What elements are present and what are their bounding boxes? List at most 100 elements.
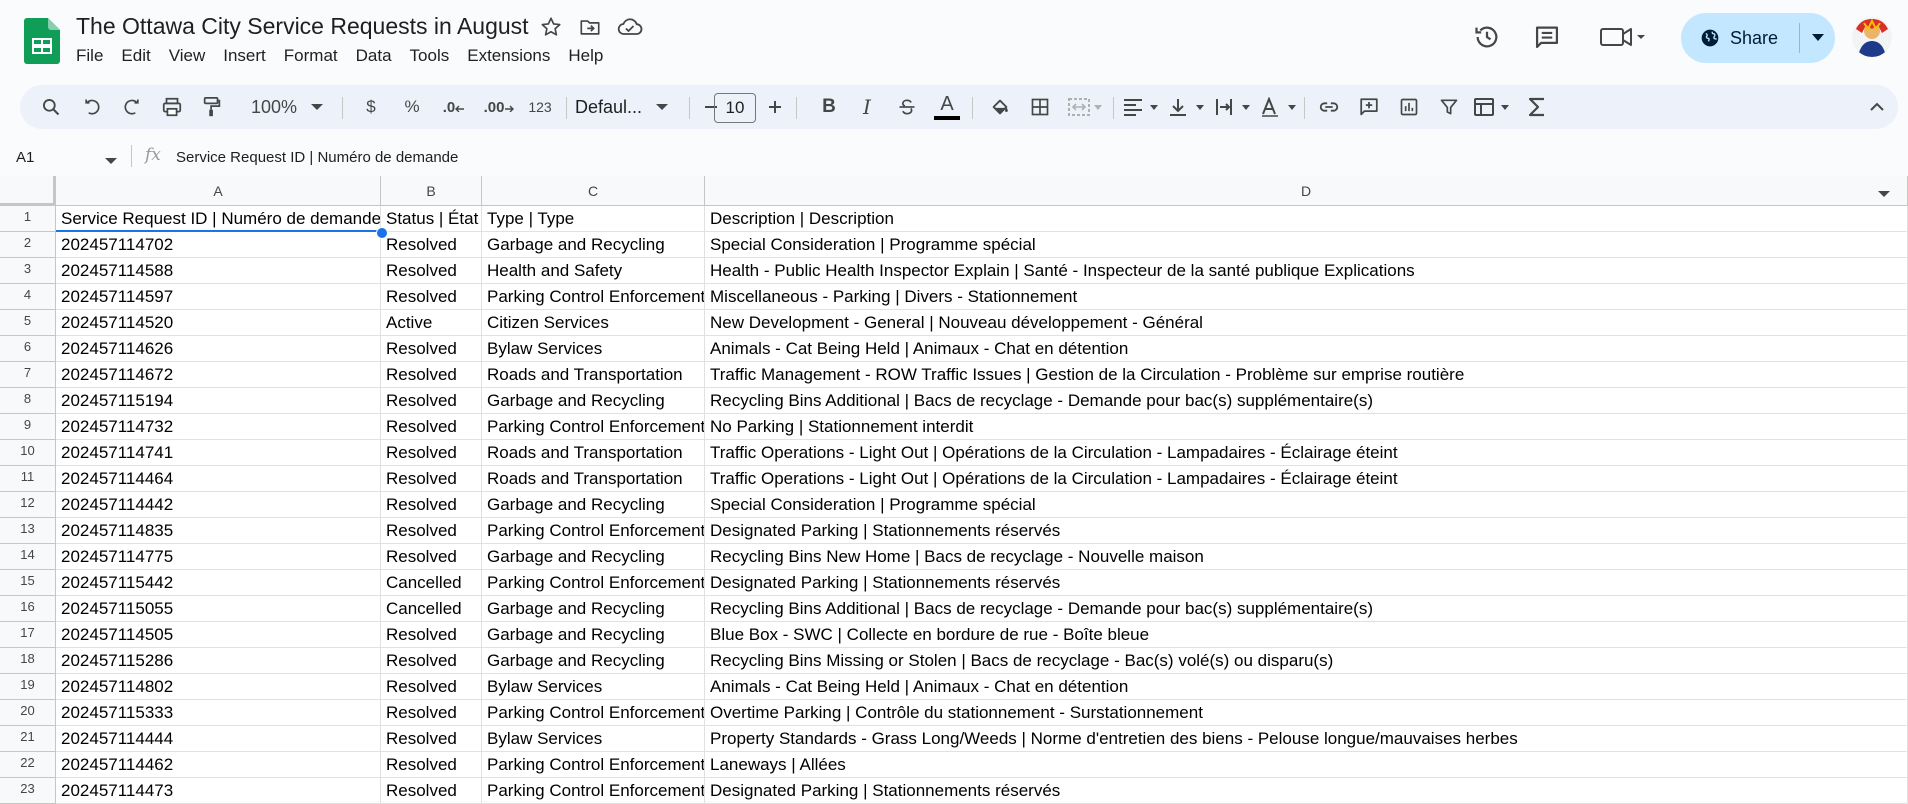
cell-b[interactable]: Cancelled xyxy=(381,570,482,596)
strikethrough-icon[interactable] xyxy=(890,85,924,129)
cell-b[interactable]: Resolved xyxy=(381,622,482,648)
share-main[interactable]: Share xyxy=(1681,13,1797,63)
row-header[interactable]: 6 xyxy=(0,336,56,362)
cell-b[interactable]: Resolved xyxy=(381,388,482,414)
row-header[interactable]: 20 xyxy=(0,700,56,726)
text-color-button[interactable]: A xyxy=(930,85,964,129)
row-header[interactable]: 11 xyxy=(0,466,56,492)
row-header[interactable]: 9 xyxy=(0,414,56,440)
cell-b[interactable]: Active xyxy=(381,310,482,336)
filter-icon[interactable] xyxy=(1432,85,1466,129)
cell-c[interactable]: Garbage and Recycling xyxy=(482,648,705,674)
cell-d[interactable]: Property Standards - Grass Long/Weeds | … xyxy=(705,726,1908,752)
row-header[interactable]: 1 xyxy=(0,206,56,232)
cell-b[interactable]: Cancelled xyxy=(381,596,482,622)
cell-a[interactable]: 202457114588 xyxy=(56,258,381,284)
insert-comment-icon[interactable] xyxy=(1352,85,1386,129)
cell-d[interactable]: Recycling Bins Additional | Bacs de recy… xyxy=(705,388,1908,414)
cell-c[interactable]: Garbage and Recycling xyxy=(482,622,705,648)
row-header[interactable]: 2 xyxy=(0,232,56,258)
row-header[interactable]: 10 xyxy=(0,440,56,466)
cell-b[interactable]: Resolved xyxy=(381,414,482,440)
font-family-select[interactable]: Defaul... xyxy=(575,85,685,129)
cell-d[interactable]: Special Consideration | Programme spécia… xyxy=(705,232,1908,258)
cell-d[interactable]: Health - Public Health Inspector Explain… xyxy=(705,258,1908,284)
italic-button[interactable]: I xyxy=(850,85,884,129)
cell-a[interactable]: 202457115286 xyxy=(56,648,381,674)
cell-c[interactable]: Health and Safety xyxy=(482,258,705,284)
cell-d[interactable]: Designated Parking | Stationnements rése… xyxy=(705,778,1908,804)
row-header[interactable]: 23 xyxy=(0,778,56,804)
share-button[interactable]: Share xyxy=(1681,13,1835,63)
version-history-icon[interactable] xyxy=(1470,20,1504,54)
hide-menus-icon[interactable] xyxy=(1862,85,1892,129)
cell-b[interactable]: Resolved xyxy=(381,232,482,258)
bold-button[interactable]: B xyxy=(812,85,846,129)
cell-a[interactable]: 202457114732 xyxy=(56,414,381,440)
cell-d[interactable]: Recycling Bins Additional | Bacs de recy… xyxy=(705,596,1908,622)
cell-d[interactable]: Designated Parking | Stationnements rése… xyxy=(705,518,1908,544)
cell-c[interactable]: Roads and Transportation xyxy=(482,466,705,492)
cell-a[interactable]: 202457114464 xyxy=(56,466,381,492)
cell-a[interactable]: 202457115442 xyxy=(56,570,381,596)
cell-c[interactable]: Garbage and Recycling xyxy=(482,544,705,570)
undo-icon[interactable] xyxy=(75,85,109,129)
cell-b[interactable]: Resolved xyxy=(381,752,482,778)
cell-a[interactable]: 202457114835 xyxy=(56,518,381,544)
cell-c[interactable]: Garbage and Recycling xyxy=(482,596,705,622)
borders-icon[interactable] xyxy=(1023,85,1057,129)
insert-chart-icon[interactable] xyxy=(1392,85,1426,129)
meet-icon[interactable] xyxy=(1597,20,1649,54)
cell-b[interactable]: Resolved xyxy=(381,544,482,570)
decrease-decimal-button[interactable]: .0 xyxy=(434,85,474,129)
print-icon[interactable] xyxy=(155,85,189,129)
functions-icon[interactable] xyxy=(1520,85,1554,129)
cell-c[interactable]: Citizen Services xyxy=(482,310,705,336)
cell-b[interactable]: Resolved xyxy=(381,336,482,362)
menu-view[interactable]: View xyxy=(169,46,215,66)
cell-c[interactable]: Garbage and Recycling xyxy=(482,388,705,414)
cell-b[interactable]: Resolved xyxy=(381,362,482,388)
text-rotation-icon[interactable] xyxy=(1258,85,1302,129)
cell-d[interactable]: Traffic Operations - Light Out | Opérati… xyxy=(705,440,1908,466)
row-header[interactable]: 3 xyxy=(0,258,56,284)
more-formats-button[interactable]: 123 xyxy=(520,85,560,129)
cell-d[interactable]: Special Consideration | Programme spécia… xyxy=(705,492,1908,518)
cell-c[interactable]: Roads and Transportation xyxy=(482,362,705,388)
cell-a[interactable]: 202457114775 xyxy=(56,544,381,570)
horizontal-align-icon[interactable] xyxy=(1120,85,1164,129)
row-header[interactable]: 21 xyxy=(0,726,56,752)
cell-c[interactable]: Garbage and Recycling xyxy=(482,232,705,258)
fill-handle[interactable] xyxy=(376,227,388,239)
cell-b[interactable]: Status | État xyxy=(381,206,482,232)
cell-d[interactable]: Recycling Bins Missing or Stolen | Bacs … xyxy=(705,648,1908,674)
row-header[interactable]: 7 xyxy=(0,362,56,388)
menu-insert[interactable]: Insert xyxy=(223,46,275,66)
name-box[interactable]: A1 xyxy=(16,149,34,166)
cell-a[interactable]: 202457115194 xyxy=(56,388,381,414)
menu-extensions[interactable]: Extensions xyxy=(467,46,559,66)
cell-d[interactable]: Blue Box - SWC | Collecte en bordure de … xyxy=(705,622,1908,648)
cell-b[interactable]: Resolved xyxy=(381,284,482,310)
cell-d[interactable]: Miscellaneous - Parking | Divers - Stati… xyxy=(705,284,1908,310)
account-avatar[interactable] xyxy=(1852,17,1892,57)
redo-icon[interactable] xyxy=(115,85,149,129)
cell-b[interactable]: Resolved xyxy=(381,648,482,674)
cell-b[interactable]: Resolved xyxy=(381,492,482,518)
cell-a[interactable]: 202457115333 xyxy=(56,700,381,726)
comments-icon[interactable] xyxy=(1530,20,1564,54)
cell-d[interactable]: Traffic Operations - Light Out | Opérati… xyxy=(705,466,1908,492)
menu-format[interactable]: Format xyxy=(284,46,347,66)
cell-a[interactable]: 202457114626 xyxy=(56,336,381,362)
menu-tools[interactable]: Tools xyxy=(410,46,459,66)
cell-d[interactable]: Description | Description xyxy=(705,206,1908,232)
merge-cells-icon[interactable] xyxy=(1063,85,1109,129)
name-box-caret-icon[interactable] xyxy=(105,152,117,170)
cell-b[interactable]: Resolved xyxy=(381,700,482,726)
row-header[interactable]: 13 xyxy=(0,518,56,544)
cell-b[interactable]: Resolved xyxy=(381,466,482,492)
column-header-c[interactable]: C xyxy=(482,176,705,206)
font-size-input[interactable]: 10 xyxy=(714,93,756,123)
menu-edit[interactable]: Edit xyxy=(121,46,159,66)
cell-a[interactable]: 202457114672 xyxy=(56,362,381,388)
